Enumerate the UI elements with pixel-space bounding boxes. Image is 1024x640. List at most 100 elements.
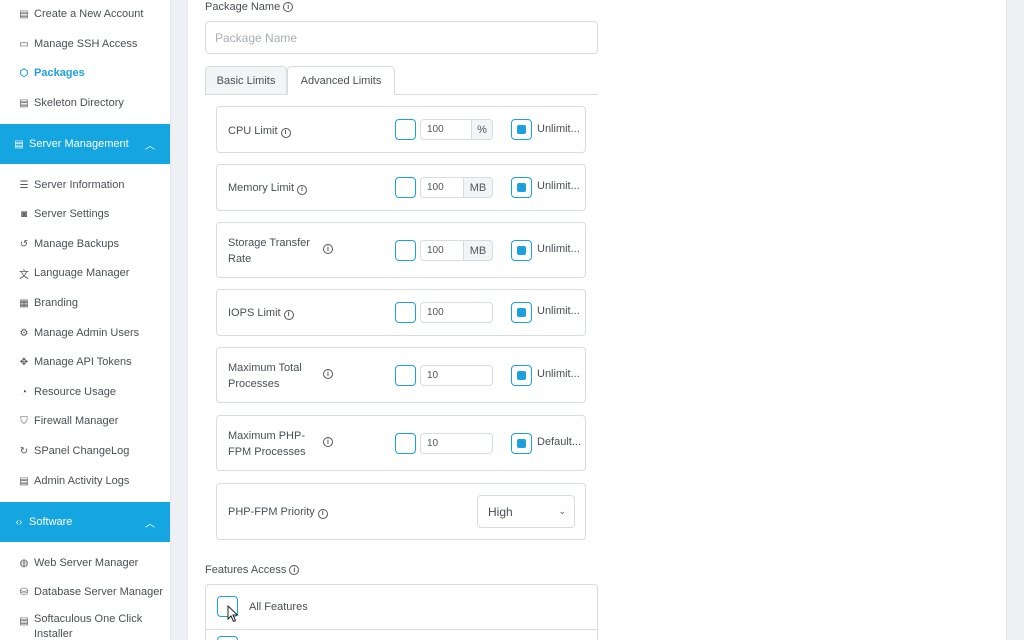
- info-icon: i: [280, 127, 291, 138]
- package-icon: ⬡: [19, 67, 29, 79]
- section-software[interactable]: ‹› Software ︿: [0, 502, 170, 542]
- softaculous-icon: ▤: [19, 615, 29, 627]
- grid-icon: ▦: [19, 297, 29, 309]
- sidebar-item-skeleton[interactable]: ▤ Skeleton Directory: [0, 91, 170, 115]
- max-processes-label: Maximum Total Processes: [228, 362, 302, 390]
- memory-limit-unit: MB: [464, 177, 493, 198]
- storage-unlimited-label: Unlimit...: [537, 243, 580, 255]
- sidebar-item-manage-backups[interactable]: ↺ Manage Backups: [0, 232, 170, 256]
- code-icon: ‹›: [15, 516, 23, 528]
- max-processes-unlimited-checkbox[interactable]: [511, 365, 532, 386]
- sidebar-item-softaculous[interactable]: ▤ Softaculous One Click Installer: [0, 612, 170, 640]
- storage-transfer-label: Storage Transfer Rate: [228, 237, 310, 265]
- sidebar-item-ssh[interactable]: ▭ Manage SSH Access: [0, 32, 170, 56]
- chevron-down-icon: ⌄: [558, 506, 566, 516]
- tab-divider: [395, 94, 598, 95]
- log-icon: ▤: [19, 475, 29, 487]
- all-features-label: All Features: [249, 601, 308, 613]
- iops-limit-card: IOPS Limit i 100 Unlimit...: [216, 289, 586, 336]
- chevron-up-icon: ︿: [145, 141, 155, 152]
- max-processes-checkbox[interactable]: [395, 365, 416, 386]
- iops-limit-label: IOPS Limit i: [228, 305, 294, 321]
- cpu-limit-card: CPU Limit i 100 % Unlimit...: [216, 106, 586, 153]
- storage-transfer-checkbox[interactable]: [395, 240, 416, 261]
- info-icon: i: [323, 369, 333, 379]
- changelog-icon: ↻: [19, 445, 29, 457]
- iops-unlimited-label: Unlimit...: [537, 305, 580, 317]
- sidebar-item-language-manager[interactable]: 文 Language Manager: [0, 261, 170, 285]
- backup-icon: ↺: [19, 238, 29, 250]
- info-icon: i: [289, 565, 300, 575]
- chevron-up-icon: ︿: [145, 519, 155, 530]
- max-processes-unlimited-label: Unlimit...: [537, 368, 580, 380]
- max-processes-card: Maximum Total Processes i 10 Unlimit...: [216, 347, 586, 403]
- phpfpm-priority-label: PHP-FPM Priority i: [228, 504, 328, 520]
- skeleton-icon: ▤: [19, 97, 29, 109]
- sidebar-item-branding[interactable]: ▦ Branding: [0, 291, 170, 315]
- info-icon: i: [283, 2, 294, 12]
- sidebar-item-manage-admin-users[interactable]: ⚙ Manage Admin Users: [0, 321, 170, 345]
- memory-limit-checkbox[interactable]: [395, 177, 416, 198]
- sidebar-item-server-information[interactable]: ☰ Server Information: [0, 173, 170, 197]
- memory-unlimited-label: Unlimit...: [537, 180, 580, 192]
- feature-checkbox[interactable]: [217, 636, 238, 640]
- max-phpfpm-label: Maximum PHP-FPM Processes: [228, 430, 306, 458]
- calendar-icon: ▤: [19, 8, 29, 20]
- storage-transfer-unit: MB: [464, 240, 493, 261]
- phpfpm-priority-card: PHP-FPM Priority i High ⌄: [216, 483, 586, 540]
- phpfpm-priority-select[interactable]: High ⌄: [477, 495, 575, 528]
- max-phpfpm-default-checkbox[interactable]: [511, 433, 532, 454]
- sidebar-item-manage-api-tokens[interactable]: ✥ Manage API Tokens: [0, 350, 170, 374]
- section-server-management[interactable]: ▤ Server Management ︿: [0, 124, 170, 164]
- info-icon: i: [283, 309, 294, 320]
- translate-icon: 文: [19, 269, 29, 281]
- api-icon: ✥: [19, 356, 29, 368]
- features-divider: [205, 629, 598, 630]
- max-phpfpm-input[interactable]: 10: [420, 433, 493, 454]
- info-icon: i: [297, 184, 308, 195]
- memory-unlimited-checkbox[interactable]: [511, 177, 532, 198]
- sidebar: ▤ Create a New Account ▭ Manage SSH Acce…: [0, 0, 171, 640]
- mouse-cursor-icon: [227, 605, 239, 623]
- max-processes-input[interactable]: 10: [420, 365, 493, 386]
- settings-icon: ◙: [20, 208, 28, 220]
- iops-unlimited-checkbox[interactable]: [511, 302, 532, 323]
- package-name-input[interactable]: [205, 21, 598, 54]
- sidebar-item-server-settings[interactable]: ◙ Server Settings: [0, 202, 170, 226]
- gauge-icon: ◔: [20, 386, 28, 398]
- globe-icon: ◍: [19, 557, 29, 569]
- sidebar-item-firewall-manager[interactable]: ⛉ Firewall Manager: [0, 409, 170, 433]
- iops-limit-input[interactable]: 100: [420, 302, 493, 323]
- cpu-limit-label: CPU Limit i: [228, 123, 291, 139]
- sidebar-item-web-server-manager[interactable]: ◍ Web Server Manager: [0, 551, 170, 575]
- storage-transfer-card: Storage Transfer Rate i 100 MB Unlimit..…: [216, 222, 586, 278]
- iops-limit-checkbox[interactable]: [395, 302, 416, 323]
- storage-unlimited-checkbox[interactable]: [511, 240, 532, 261]
- sidebar-item-packages[interactable]: ⬡ Packages: [0, 61, 170, 85]
- storage-transfer-input[interactable]: 100: [420, 240, 464, 261]
- sidebar-item-admin-activity-logs[interactable]: ▤ Admin Activity Logs: [0, 469, 170, 493]
- sidebar-item-resource-usage[interactable]: ◔ Resource Usage: [0, 380, 170, 404]
- cpu-limit-checkbox[interactable]: [395, 119, 416, 140]
- user-gear-icon: ⚙: [19, 327, 29, 339]
- sidebar-item-create-account[interactable]: ▤ Create a New Account: [0, 2, 170, 26]
- info-icon: i: [323, 437, 333, 447]
- max-phpfpm-card: Maximum PHP-FPM Processes i 10 Default..…: [216, 415, 586, 471]
- cpu-limit-unit: %: [472, 119, 493, 140]
- sidebar-item-spanel-changelog[interactable]: ↻ SPanel ChangeLog: [0, 439, 170, 463]
- features-access-label: Features Access i: [205, 564, 300, 576]
- cpu-limit-input[interactable]: 100: [420, 119, 472, 140]
- memory-limit-label: Memory Limit i: [228, 180, 308, 196]
- info-icon: i: [317, 508, 328, 519]
- sidebar-item-database-server-manager[interactable]: ⛁ Database Server Manager: [0, 580, 170, 604]
- tab-advanced-limits[interactable]: Advanced Limits: [287, 66, 395, 95]
- max-phpfpm-default-label: Default...: [537, 436, 582, 448]
- cpu-unlimited-checkbox[interactable]: [511, 119, 532, 140]
- terminal-icon: ▭: [19, 38, 29, 50]
- max-phpfpm-checkbox[interactable]: [395, 433, 416, 454]
- tab-basic-limits[interactable]: Basic Limits: [205, 66, 287, 95]
- info-icon: i: [323, 244, 333, 254]
- memory-limit-card: Memory Limit i 100 MB Unlimit...: [216, 164, 586, 211]
- package-name-label: Package Name i: [205, 1, 294, 13]
- memory-limit-input[interactable]: 100: [420, 177, 464, 198]
